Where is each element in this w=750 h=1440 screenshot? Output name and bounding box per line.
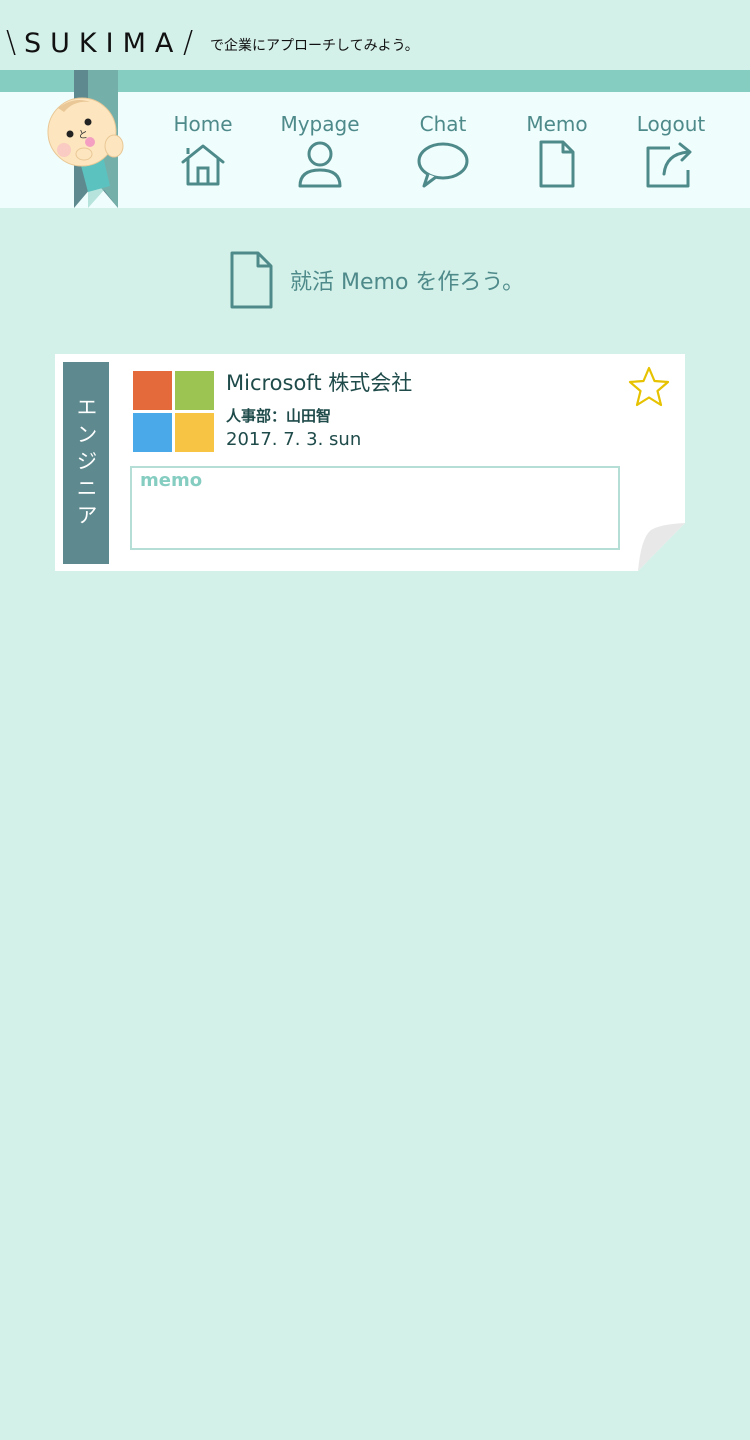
brand-bar: \ SUKIMA / で企業にアプローチしてみよう。 xyxy=(0,0,750,70)
star-outline-icon[interactable] xyxy=(627,366,671,408)
category-label: エンジニア xyxy=(63,362,109,564)
nav-mypage-label: Mypage xyxy=(280,112,360,136)
contact-person: 人事部：山田智 xyxy=(226,407,332,425)
section-title-text: 就活 Memo を作ろう。 xyxy=(290,270,525,295)
nav-home[interactable]: Home xyxy=(153,92,253,208)
brand-slash-left: \ xyxy=(6,25,17,60)
brand-slash-right: / xyxy=(183,25,194,60)
nav-mypage[interactable]: Mypage xyxy=(270,92,370,208)
svg-text:と: と xyxy=(78,129,88,141)
brand-tagline: で企業にアプローチしてみよう。 xyxy=(210,38,419,54)
home-icon xyxy=(181,144,225,186)
memo-date: 2017. 7. 3. sun xyxy=(226,429,362,450)
memo-input[interactable]: memo xyxy=(130,466,620,550)
share-exit-icon xyxy=(646,142,692,188)
nav-chat[interactable]: Chat xyxy=(393,92,493,208)
mascot-baby-icon: と xyxy=(47,97,124,192)
brand-logo[interactable]: SUKIMA xyxy=(24,30,182,57)
document-icon xyxy=(230,251,273,309)
user-icon xyxy=(298,141,342,188)
nav-logout-label: Logout xyxy=(636,112,706,136)
microsoft-logo-icon xyxy=(133,371,214,452)
nav-logout[interactable]: Logout xyxy=(621,92,721,208)
memo-card[interactable]: エンジニア Microsoft 株式会社 人事部：山田智 2017. 7. 3.… xyxy=(55,354,685,571)
section-title: 就活 Memo を作ろう。 xyxy=(228,250,548,310)
nav-home-label: Home xyxy=(173,112,233,136)
nav-chat-label: Chat xyxy=(419,112,467,136)
document-icon xyxy=(539,140,575,188)
nav-memo[interactable]: Memo xyxy=(507,92,607,208)
nav-memo-label: Memo xyxy=(526,112,588,136)
chat-bubble-icon xyxy=(417,142,469,188)
memo-placeholder: memo xyxy=(140,470,203,491)
company-name: Microsoft 株式会社 xyxy=(226,371,413,395)
